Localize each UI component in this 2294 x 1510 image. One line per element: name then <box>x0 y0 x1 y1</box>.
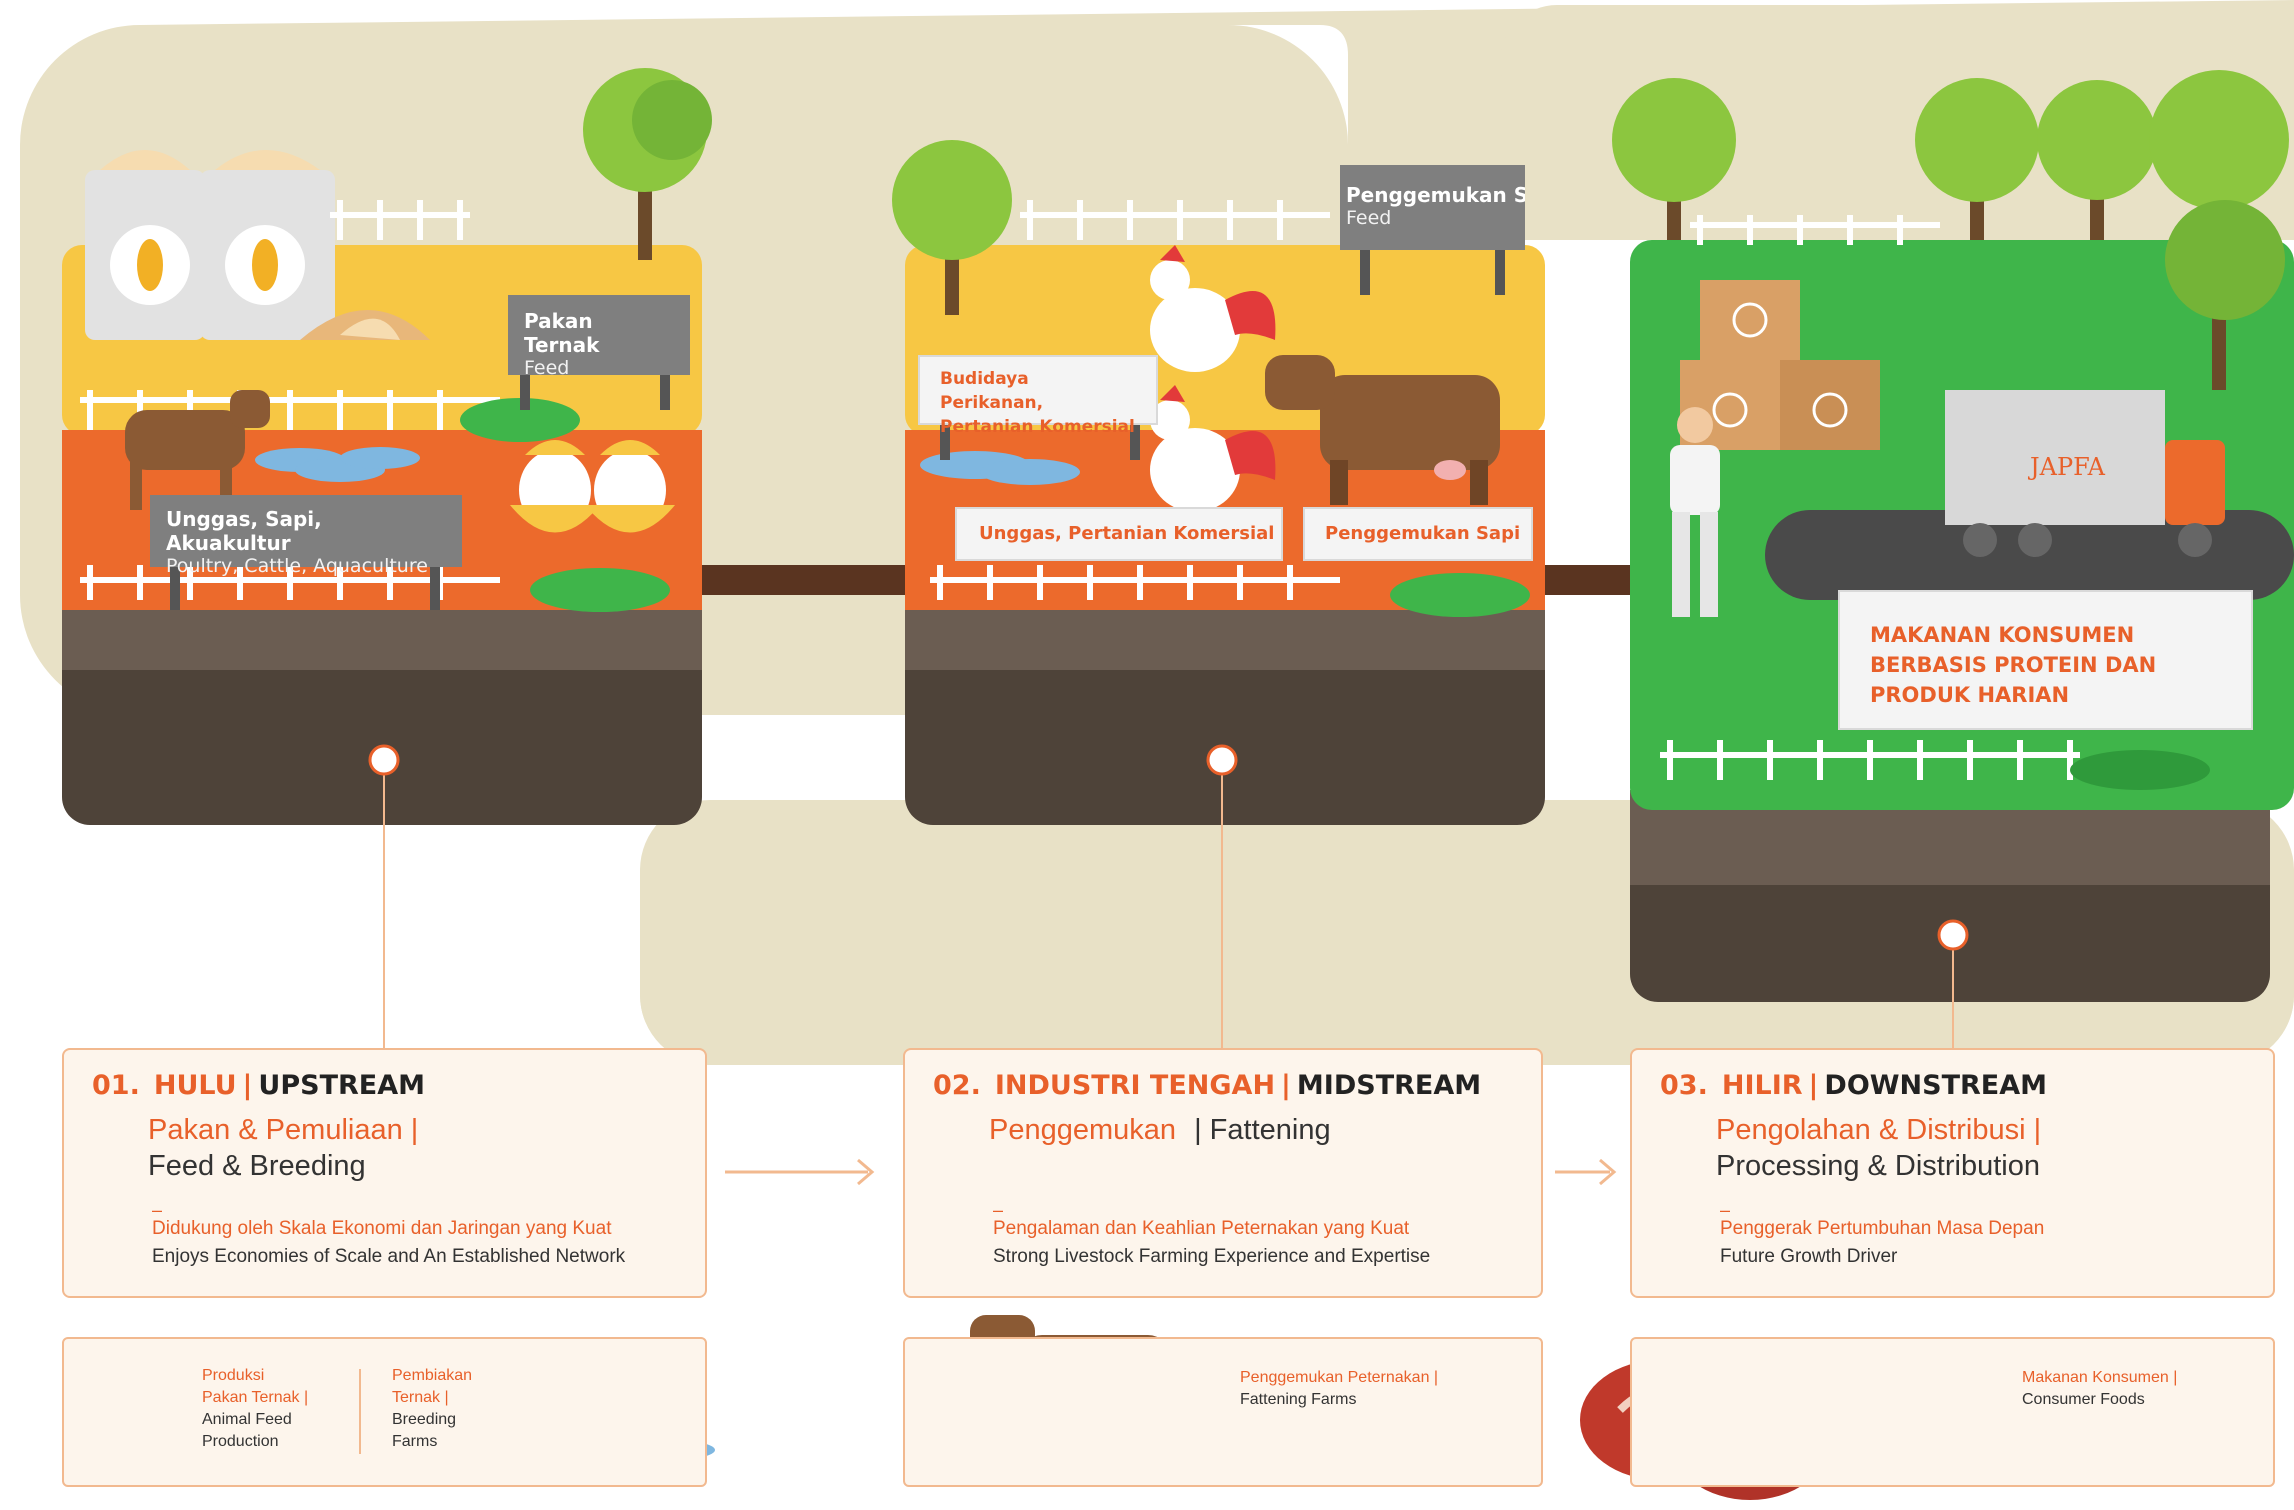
mini-line: Consumer Foods <box>2022 1391 2145 1408</box>
mini-line: Breeding <box>392 1411 457 1428</box>
mini-line: Ternak | <box>392 1389 449 1406</box>
feed-sack-icon <box>85 150 335 340</box>
sign-subtitle: Poultry, Cattle, Aquaculture <box>166 555 428 577</box>
stage-sub-id-text: Penggemukan <box>989 1114 1177 1146</box>
mini-line: Penggemukan Peternakan | <box>1240 1369 1439 1386</box>
stage-sub-en: Feed & Breeding <box>148 1150 366 1182</box>
connector-bar <box>690 565 940 595</box>
stage-name-en: MIDSTREAM <box>1296 1070 1482 1101</box>
sign-line: Pertanian Komersial <box>940 417 1135 437</box>
mini-line: Makanan Konsumen | <box>2022 1369 2178 1386</box>
stage-separator: | <box>1281 1070 1291 1101</box>
connector-bar <box>1540 565 1640 595</box>
mini-divider <box>359 1369 361 1454</box>
stage-desc-id: Penggerak Pertumbuhan Masa Depan <box>1720 1218 2045 1239</box>
mini-text-fattening: Penggemukan Peternakan | Fattening Farms <box>1240 1367 1438 1411</box>
mini-line: Pembiakan <box>392 1367 473 1384</box>
stage-sub-en: | Fattening <box>1194 1114 1331 1146</box>
stage-card-downstream: 03. HILIR | DOWNSTREAM Pengolahan & Distrib… <box>1630 1048 2275 1298</box>
sign-subtitle: Feed <box>1346 207 1392 229</box>
stage-number: 01. <box>92 1070 140 1101</box>
sign-penggemukan-sapi: Penggemukan Sapi <box>1303 507 1533 561</box>
stage-name-id: HULU <box>153 1070 237 1101</box>
sign-line: Penggemukan Sapi <box>1325 523 1521 544</box>
sign-subtitle: Feed <box>524 357 570 379</box>
mini-card-downstream: Makanan Konsumen | Consumer Foods <box>1630 1337 2275 1487</box>
sign-unggas-sapi: Unggas, Sapi, Akuakultur Poultry, Cattle… <box>150 495 462 577</box>
sign-line: PRODUK HARIAN <box>1870 683 2070 707</box>
sign-budidaya: Budidaya Perikanan, Pertanian Komersial <box>918 355 1158 437</box>
sign-line: Budidaya Perikanan, <box>940 369 1044 413</box>
stage-name-en: UPSTREAM <box>258 1070 425 1101</box>
stage-desc-id: Didukung oleh Skala Ekonomi dan Jaringan… <box>152 1218 612 1239</box>
stage-sub-id: Penggemukan | Fattening <box>989 1114 1331 1147</box>
mini-line: Fattening Farms <box>1240 1391 1357 1408</box>
sign-title: Pakan Ternak <box>524 309 600 357</box>
stage-pin-icon <box>368 744 400 776</box>
stage-pin-icon <box>1206 744 1238 776</box>
sign-title: Unggas, Sapi, Akuakultur <box>166 507 322 555</box>
mini-text-feed: Produksi Pakan Ternak | Animal Feed Prod… <box>202 1365 308 1453</box>
stage-desc-en: Enjoys Economies of Scale and An Establi… <box>152 1246 626 1267</box>
stage-sub-id: Pakan & Pemuliaan | <box>148 1114 419 1146</box>
mini-line: Production <box>202 1433 279 1450</box>
stage-number: 03. <box>1660 1070 1708 1101</box>
stage-name-id: INDUSTRI TENGAH <box>994 1070 1276 1101</box>
stage-heading: 01. HULU | UPSTREAM <box>92 1070 425 1101</box>
sign-makanan-konsumen: MAKANAN KONSUMEN BERBASIS PROTEIN DAN PR… <box>1838 590 2253 730</box>
stage-name-id: HILIR <box>1721 1070 1803 1101</box>
stage-heading: 02. INDUSTRI TENGAH | MIDSTREAM <box>933 1070 1481 1101</box>
sign-line: Unggas, Pertanian Komersial <box>979 523 1275 544</box>
stage-sub-id: Pengolahan & Distribusi | <box>1716 1114 2042 1146</box>
stage-sub-en: Processing & Distribution <box>1716 1150 2040 1182</box>
mini-line: Pakan Ternak | <box>202 1389 309 1406</box>
mini-text-consumer: Makanan Konsumen | Consumer Foods <box>2022 1367 2177 1411</box>
stage-heading: 03. HILIR | DOWNSTREAM <box>1660 1070 2047 1101</box>
sign-line: BERBASIS PROTEIN DAN <box>1870 653 2157 677</box>
sign-unggas-pertanian: Unggas, Pertanian Komersial <box>955 507 1283 561</box>
stage-desc-en: Future Growth Driver <box>1720 1246 1898 1267</box>
stage-desc-id: Pengalaman dan Keahlian Peternakan yang … <box>993 1218 1410 1239</box>
mini-card-midstream: Penggemukan Peternakan | Fattening Farms <box>903 1337 1543 1487</box>
sign-title: Penggemukan Sapi <box>1346 183 1525 207</box>
mini-text-breeding: Pembiakan Ternak | Breeding Farms <box>392 1365 472 1453</box>
stage-number: 02. <box>933 1070 981 1101</box>
stage-pin-icon <box>1937 919 1969 951</box>
mini-card-upstream: Produksi Pakan Ternak | Animal Feed Prod… <box>62 1337 707 1487</box>
stage-separator: | <box>242 1070 253 1101</box>
mini-line: Produksi <box>202 1367 265 1384</box>
stage-separator: | <box>1808 1070 1819 1101</box>
mini-line: Farms <box>392 1433 438 1450</box>
stage-desc-en: Strong Livestock Farming Experience and … <box>993 1246 1431 1267</box>
japfa-logo: JAPFA <box>2027 453 2106 481</box>
sign-penggemukan-sapi-feed: Penggemukan Sapi Feed <box>1340 165 1525 250</box>
stage-card-upstream: 01. HULU | UPSTREAM Pakan & Pemuliaan | Fee… <box>62 1048 707 1298</box>
mini-line: Animal Feed <box>202 1411 292 1428</box>
stage-name-en: DOWNSTREAM <box>1824 1070 2048 1101</box>
sign-pakan-ternak: Pakan Ternak Feed <box>508 295 690 379</box>
sign-line: MAKANAN KONSUMEN <box>1870 623 2135 647</box>
stage-card-midstream: 02. INDUSTRI TENGAH | MIDSTREAM Penggemukan… <box>903 1048 1543 1298</box>
